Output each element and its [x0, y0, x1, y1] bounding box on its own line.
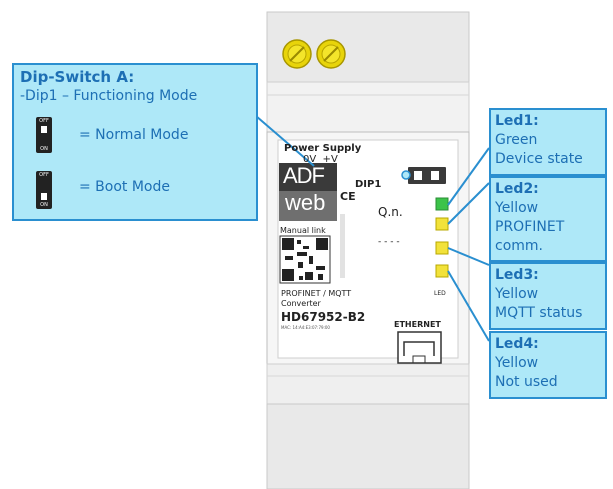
led2-color: Yellow [495, 200, 539, 216]
switch-knob [41, 126, 47, 133]
dip-switch-boot-icon: OFF ON [36, 171, 52, 209]
ce-mark: CE [340, 190, 356, 203]
dip-switch-subtitle: -Dip1 – Functioning Mode [20, 88, 198, 104]
led3-color: Yellow [495, 286, 539, 302]
dip-switch-normal-icon: OFF ON [36, 117, 52, 153]
model-label: HD67952-B2 [281, 310, 366, 324]
qr-code [279, 235, 331, 284]
dip-switch-callout: Dip-Switch A: -Dip1 – Functioning Mode O… [12, 63, 258, 221]
switch-off-text: OFF [39, 172, 49, 178]
led3-callout: Led3: Yellow MQTT status [489, 262, 607, 330]
dots-label: - - - - [378, 237, 400, 247]
boot-mode-label: = Boot Mode [79, 179, 170, 195]
switch-knob [41, 193, 47, 200]
led1-title: Led1: [495, 113, 539, 129]
led4-color: Yellow [495, 355, 539, 371]
adf-logo-top: ADF [283, 163, 325, 188]
led3-function: MQTT status [495, 305, 583, 321]
ethernet-label: ETHERNET [394, 320, 441, 329]
led2-function-cont: comm. [495, 238, 543, 254]
led1-callout: Led1: Green Device state [489, 108, 607, 176]
manual-link-label: Manual link [280, 226, 326, 235]
mac-label: MAC: 14:A4:E3:07:79:00 [281, 325, 330, 330]
adf-logo-bottom: web [285, 190, 326, 215]
dip-switch-title: Dip-Switch A: [20, 68, 135, 86]
led2-function: PROFINET [495, 219, 565, 235]
product-line2: Converter [281, 299, 321, 308]
led3-title: Led3: [495, 267, 539, 283]
led2-callout: Led2: Yellow PROFINET comm. [489, 176, 607, 262]
product-line1: PROFINET / MQTT [281, 289, 352, 298]
led4-title: Led4: [495, 336, 539, 352]
led-label: LED [434, 290, 446, 297]
switch-on-text: ON [40, 146, 48, 152]
switch-off-text: OFF [39, 118, 49, 124]
led2-title: Led2: [495, 181, 539, 197]
led1-color: Green [495, 132, 538, 148]
power-supply-label: Power Supply [284, 143, 362, 154]
qn-label: Q.n. [378, 205, 403, 219]
led1-function: Device state [495, 151, 583, 167]
led4-callout: Led4: Yellow Not used [489, 331, 607, 399]
normal-mode-label: = Normal Mode [79, 127, 189, 143]
dip1-label: DIP1 [355, 179, 382, 190]
led4-function: Not used [495, 374, 558, 390]
switch-on-text: ON [40, 202, 48, 208]
